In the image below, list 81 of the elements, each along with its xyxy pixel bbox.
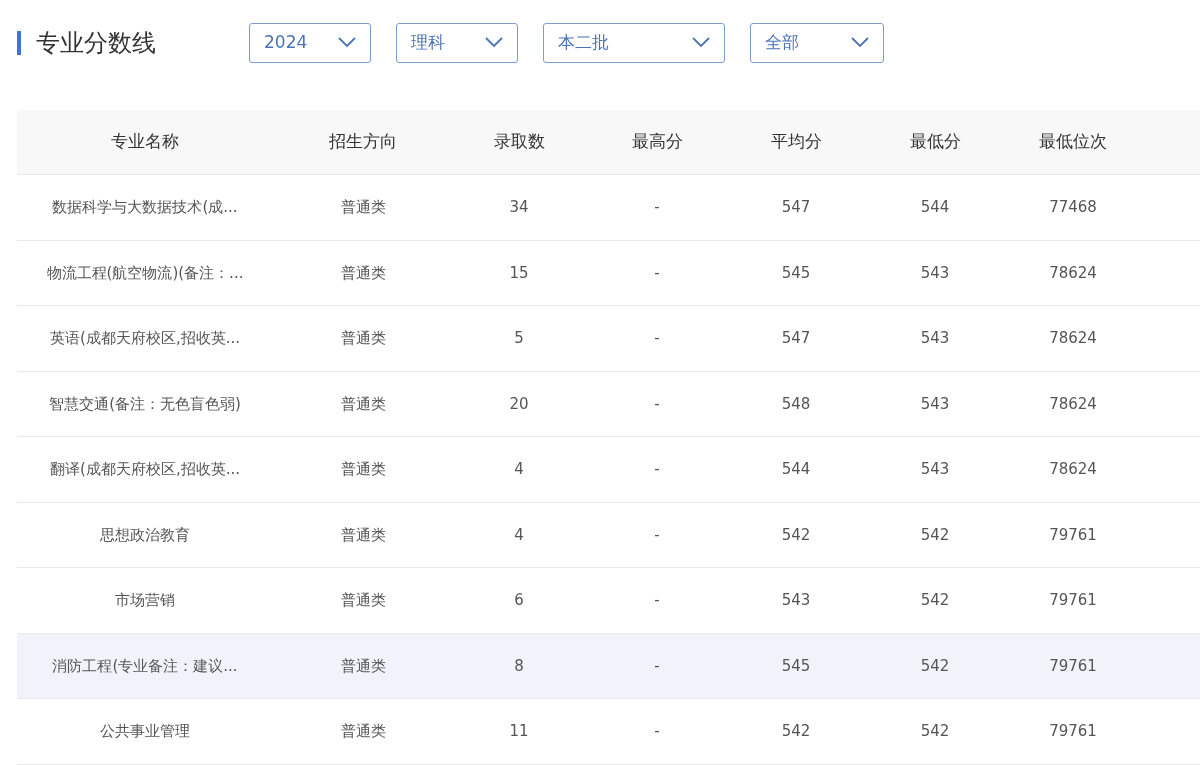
table-cell-text: 英语(成都天府校区,招收英... xyxy=(49,328,241,349)
table-cell-text: 543 xyxy=(780,590,812,611)
title-accent-bar xyxy=(17,30,21,55)
table-cell-text: 547 xyxy=(780,328,812,349)
column-header: 最高分 xyxy=(630,130,684,154)
table-cell-text: 547 xyxy=(780,197,812,218)
table-cell-text: 77468 xyxy=(1048,197,1098,218)
column-header: 招生方向 xyxy=(328,130,398,154)
table-cell-text: 普通类 xyxy=(339,197,387,218)
table-cell-text: 15 xyxy=(508,262,530,284)
table-cell-text: 78624 xyxy=(1048,328,1098,349)
table-cell-text: 543 xyxy=(919,328,951,349)
table-cell-text: - xyxy=(653,262,661,284)
table-cell-text: 思想政治教育 xyxy=(99,524,191,546)
table-cell-text: 542 xyxy=(919,655,951,677)
table-cell-text: 544 xyxy=(919,197,951,218)
table-cell-text: 翻译(成都天府校区,招收英... xyxy=(49,459,241,480)
filter-dropdown[interactable]: 理科 xyxy=(396,22,518,63)
chevron-down-icon xyxy=(338,37,356,48)
table-cell-text: 6 xyxy=(513,590,525,611)
table-cell-text: 20 xyxy=(508,393,530,415)
table-cell-text: 78624 xyxy=(1048,459,1098,480)
table-cell-text: 542 xyxy=(919,721,951,742)
table-cell-text: 物流工程(航空物流)(备注：... xyxy=(45,262,245,284)
table-cell-text: 542 xyxy=(780,524,812,546)
table-cell-text: 5 xyxy=(513,328,525,349)
filter-dropdown[interactable]: 全部 xyxy=(750,22,884,63)
table-cell-text: 普通类 xyxy=(339,524,387,546)
chevron-down-icon xyxy=(485,37,503,48)
table-cell-text: 11 xyxy=(508,721,530,742)
table-cell-text: 543 xyxy=(919,459,951,480)
table-row[interactable]: 消防工程(专业备注：建议... 普通类 8 - 545 542 79761 xyxy=(17,633,1200,699)
table-cell-text: 消防工程(专业备注：建议... xyxy=(51,655,239,677)
table-cell-text: 普通类 xyxy=(339,262,387,284)
table-cell-text: 普通类 xyxy=(339,590,387,611)
page-title: 专业分数线 xyxy=(36,27,157,59)
table-cell-text: 542 xyxy=(919,524,951,546)
table-cell-text: - xyxy=(653,655,661,677)
table-cell-text: 543 xyxy=(919,262,951,284)
table-cell-text: - xyxy=(653,590,661,611)
table-cell-text: 545 xyxy=(780,655,812,677)
table-cell-text: 8 xyxy=(513,655,525,677)
table-cell-text: 79761 xyxy=(1048,721,1098,742)
table-cell-text: 4 xyxy=(513,459,525,480)
table-cell-text: 4 xyxy=(513,524,525,546)
table-cell-text: 普通类 xyxy=(339,328,387,349)
column-header: 专业名称 xyxy=(110,130,180,154)
table-cell-text: 79761 xyxy=(1048,524,1098,546)
table-cell-text: 34 xyxy=(508,197,530,218)
table-cell-text: 普通类 xyxy=(339,655,387,677)
table-cell-text: 545 xyxy=(780,262,812,284)
table-cell-text: 544 xyxy=(780,459,812,480)
chevron-down-icon xyxy=(692,37,710,48)
column-header: 最低位次 xyxy=(1038,130,1108,154)
table-cell-text: - xyxy=(653,459,661,480)
table-cell-text: - xyxy=(653,328,661,349)
filter-dropdown[interactable]: 本二批 xyxy=(543,22,725,63)
table-cell-text: 79761 xyxy=(1048,590,1098,611)
table-cell-text: 548 xyxy=(780,393,812,415)
table-cell-text: - xyxy=(653,524,661,546)
table-cell-text: - xyxy=(653,197,661,218)
table-cell-text: 543 xyxy=(919,393,951,415)
chevron-down-icon xyxy=(851,37,869,48)
table-cell-text: - xyxy=(653,721,661,742)
table-cell-text: 公共事业管理 xyxy=(99,721,191,742)
filter-dropdown[interactable]: 2024 xyxy=(249,22,371,63)
table-cell-text: 数据科学与大数据技术(成... xyxy=(51,197,239,218)
column-header: 录取数 xyxy=(492,130,546,154)
column-header: 最低分 xyxy=(908,130,962,154)
table-cell-text: 542 xyxy=(780,721,812,742)
table-cell-text: 市场营销 xyxy=(114,590,176,611)
table-cell-text: 智慧交通(备注：无色盲色弱) xyxy=(48,393,242,415)
table-cell-text: 78624 xyxy=(1048,393,1098,415)
table-cell-text: 542 xyxy=(919,590,951,611)
table-cell-text: 普通类 xyxy=(339,459,387,480)
table-cell-text: 普通类 xyxy=(339,393,387,415)
table-cell-text: 79761 xyxy=(1048,655,1098,677)
table-cell-text: 普通类 xyxy=(339,721,387,742)
column-header: 平均分 xyxy=(769,130,823,154)
table-cell-text: 78624 xyxy=(1048,262,1098,284)
table-cell-text: - xyxy=(653,393,661,415)
